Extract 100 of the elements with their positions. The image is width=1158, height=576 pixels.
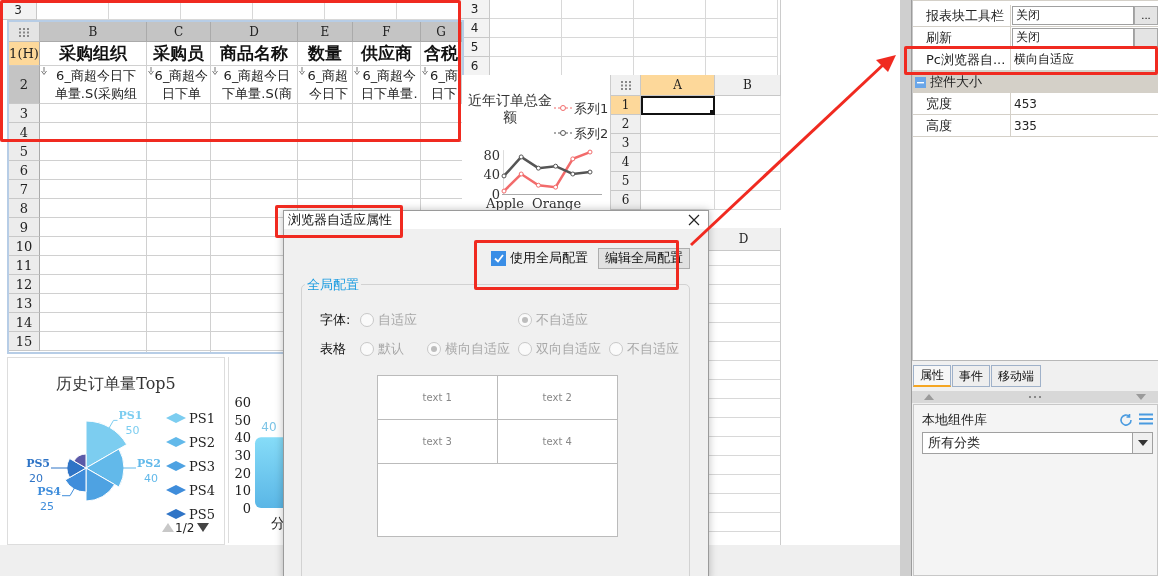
axis-tick-label: 10: [234, 483, 251, 499]
data-label: PS4: [37, 484, 61, 498]
down-arrow-icon: [212, 67, 218, 75]
row-number: 5: [9, 142, 40, 161]
row-number[interactable]: 2: [611, 115, 641, 134]
row-number: 9: [9, 218, 40, 237]
table-cell-text: 6_商 日下: [429, 66, 459, 103]
column-header: G: [421, 22, 462, 42]
data-label: PS5: [26, 457, 50, 470]
property-label: 刷新: [913, 27, 1011, 49]
select-all-icon: [9, 22, 40, 42]
page-indicator: 1/2: [175, 521, 195, 535]
table-cell: 6_商超今 日下单: [153, 66, 210, 103]
property-label: 高度: [913, 115, 1011, 137]
table-header-cell-text: 数量: [307, 42, 343, 65]
sheet-cell: [634, 19, 706, 38]
axis-tick-label: 80: [483, 148, 500, 163]
field-label: 字体:: [320, 311, 352, 329]
collapse-up-icon[interactable]: [924, 394, 934, 400]
legend-label: 系列1: [574, 101, 609, 116]
checkbox[interactable]: [491, 250, 506, 266]
row-number: 14: [9, 313, 40, 332]
preview-cell-text: text 1: [422, 392, 452, 403]
menu-icon[interactable]: [1139, 413, 1153, 425]
row-number[interactable]: 3: [611, 134, 641, 153]
row-number: 8: [9, 199, 40, 218]
row-number: 7: [9, 180, 40, 199]
row-number: 12: [9, 275, 40, 294]
axis-tick-label: 40: [234, 430, 251, 446]
tab[interactable]: 事件: [952, 365, 990, 387]
collapse-icon[interactable]: [915, 76, 926, 88]
row-number: 3: [9, 104, 40, 123]
page-up-icon: [162, 523, 174, 532]
refresh-icon[interactable]: [1119, 413, 1133, 427]
radio-label: 不自适应: [536, 311, 588, 329]
tab[interactable]: 属性: [913, 365, 951, 387]
radio-label: 双向自适应: [536, 340, 601, 358]
down-arrow-icon: [354, 67, 360, 75]
picker-button[interactable]: [1134, 28, 1158, 47]
caret-icon: [1137, 440, 1148, 446]
property-value: 关闭: [1012, 6, 1134, 25]
panel-title: 本地组件库: [922, 411, 987, 429]
column-header[interactable]: B: [715, 75, 781, 96]
more-button[interactable]: ...: [1134, 6, 1158, 25]
column-header: D: [211, 22, 298, 42]
page-down-icon[interactable]: [197, 523, 209, 532]
close-icon[interactable]: [688, 214, 700, 226]
legend-label: PS5: [189, 507, 215, 522]
property-value: 横向自适应: [1013, 51, 1075, 68]
legend-label: PS1: [189, 411, 215, 426]
column-header[interactable]: A: [641, 75, 715, 96]
sheet-cell: [562, 19, 634, 38]
down-arrow-icon: [422, 67, 428, 75]
chart-title: 历史订单量Top5: [55, 375, 177, 393]
axis-tick-label: 分: [271, 515, 285, 531]
axis-tick-label: 20: [234, 465, 251, 481]
selected-cell[interactable]: [641, 96, 715, 115]
table-header-cell-text: 采购员: [152, 42, 205, 65]
preview-cell-text: text 4: [542, 436, 572, 447]
data-label: PS2: [137, 457, 161, 470]
column-header: D: [707, 228, 780, 251]
table-header-cell-text: 采购组织: [58, 42, 129, 65]
chart-title: 近年订单总金额: [466, 92, 553, 126]
row-number: 6: [9, 161, 40, 180]
data-label: 50: [125, 424, 140, 438]
data-label: 25: [40, 499, 54, 513]
sheet-cell: [706, 19, 778, 38]
table-cell-text: 6_商超今日下 单量.S(采购组: [53, 66, 139, 103]
drag-handle-icon[interactable]: [1029, 395, 1041, 399]
table-cell-text: 6_商超 今日下: [306, 66, 350, 103]
down-arrow-icon: [41, 67, 47, 75]
row-number: 13: [9, 294, 40, 313]
property-label: 宽度: [913, 93, 1011, 115]
row-number[interactable]: 1: [611, 96, 641, 115]
column-header: B: [40, 22, 147, 42]
row-number[interactable]: 6: [611, 191, 641, 210]
group-label: 控件大小: [930, 73, 982, 91]
checkbox-label: 使用全局配置: [510, 249, 588, 267]
category-dropdown[interactable]: 所有分类: [922, 432, 1153, 454]
collapse-down-icon[interactable]: [1136, 394, 1146, 400]
table-header-cell-text: 含税: [423, 42, 459, 65]
column-header: F: [353, 22, 421, 42]
row-number[interactable]: 4: [611, 153, 641, 172]
property-label: 报表块工具栏: [913, 5, 1011, 27]
row-number: 3: [460, 0, 490, 19]
column-header: C: [147, 22, 211, 42]
property-value: 335: [1013, 117, 1038, 135]
table-header-cell-text: 商品名称: [219, 42, 289, 65]
radio-label: 横向自适应: [445, 340, 510, 358]
leader-line: [50, 467, 70, 469]
preview-cell-text: text 2: [542, 392, 572, 403]
group-title: 全局配置: [305, 276, 361, 294]
row-number: 11: [9, 256, 40, 275]
row-number[interactable]: 5: [611, 172, 641, 191]
legend-label: 系列2: [574, 126, 609, 141]
tab[interactable]: 移动端: [991, 365, 1041, 387]
row-number: 10: [9, 237, 40, 256]
axis-tick-label: 60: [234, 395, 251, 410]
row-number: 2: [9, 66, 40, 104]
column-header: E: [298, 22, 353, 42]
